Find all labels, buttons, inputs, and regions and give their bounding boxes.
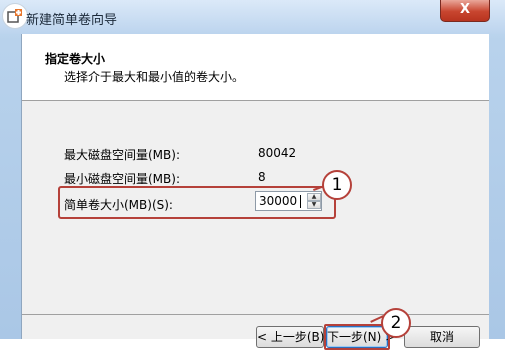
disk-add-icon — [2, 3, 28, 29]
wizard-body: 指定卷大小 选择介于最大和最小值的卷大小。 最大磁盘空间量(MB): 80042… — [21, 34, 489, 350]
back-button[interactable]: < 上一步(B) — [256, 326, 324, 348]
annotation-highlight-size — [58, 186, 336, 219]
title-bar[interactable]: 新建简单卷向导 X — [0, 0, 505, 34]
max-size-label: 最大磁盘空间量(MB): — [64, 148, 180, 162]
window-title: 新建简单卷向导 — [26, 13, 118, 28]
annotation-marker-2: 2 — [381, 308, 411, 338]
annotation-marker-1: 1 — [322, 170, 352, 200]
close-button[interactable]: X — [440, 0, 490, 22]
page-title: 指定卷大小 — [45, 52, 106, 66]
annotation-highlight-next — [324, 324, 390, 350]
min-size-value: 8 — [258, 170, 266, 184]
footer-divider — [22, 314, 489, 315]
min-size-label: 最小磁盘空间量(MB): — [64, 172, 180, 186]
wizard-header: 指定卷大小 选择介于最大和最小值的卷大小。 — [22, 34, 489, 101]
page-subtitle: 选择介于最大和最小值的卷大小。 — [64, 70, 245, 84]
cancel-button[interactable]: 取消 — [404, 326, 480, 348]
max-size-value: 80042 — [258, 146, 297, 160]
